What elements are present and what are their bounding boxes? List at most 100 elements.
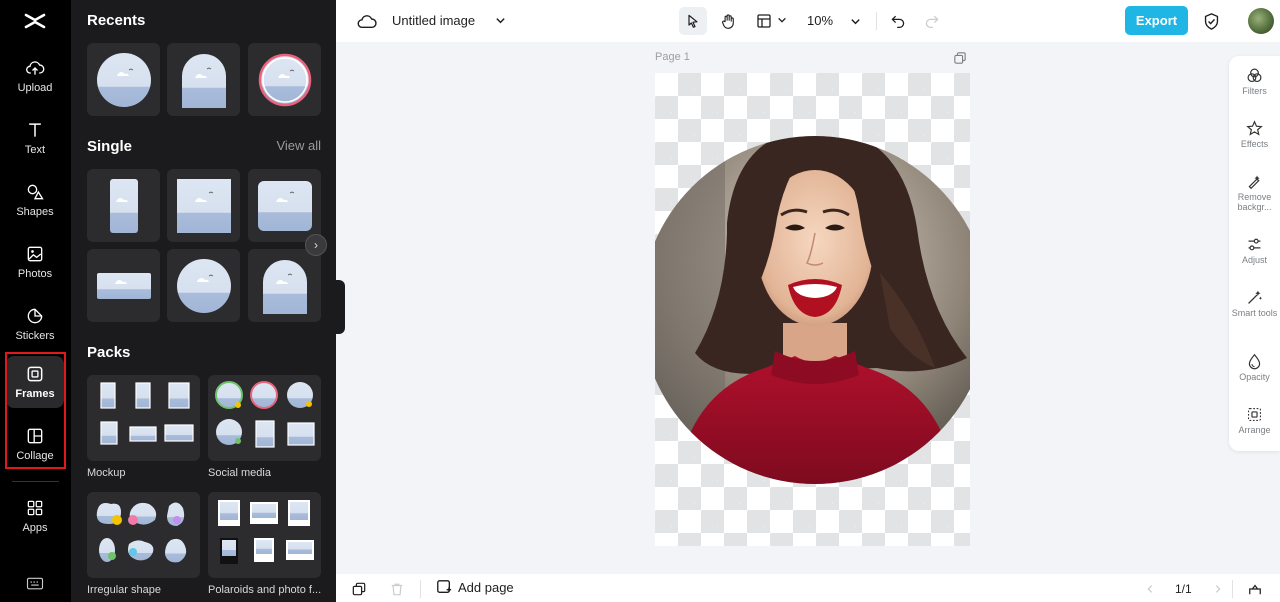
frame-thumb-arch-2[interactable]	[248, 249, 321, 322]
page-label: Page 1	[655, 51, 690, 63]
tool-label: Filters	[1242, 86, 1267, 96]
divider	[420, 580, 421, 598]
canvas-page[interactable]	[655, 73, 970, 546]
capcut-logo-icon[interactable]	[23, 9, 47, 33]
rail-shapes[interactable]: Shapes	[6, 174, 64, 226]
chevron-down-icon[interactable]	[776, 14, 788, 26]
rail-label: Stickers	[15, 330, 55, 342]
tool-remove-background[interactable]: Remove backgr...	[1229, 173, 1280, 212]
right-toolbar: Filters Effects Remove backgr... Adjust …	[1229, 56, 1280, 451]
tool-label: Remove backgr...	[1237, 192, 1272, 212]
image-icon	[27, 246, 43, 262]
tool-smart-tools[interactable]: Smart tools	[1229, 289, 1280, 318]
duplicate-page-icon[interactable]	[953, 51, 967, 65]
rail-label: Photos	[17, 268, 53, 280]
opacity-drop-icon	[1248, 353, 1261, 370]
add-page-button[interactable]: Add page	[436, 579, 514, 595]
filters-icon	[1247, 68, 1262, 83]
frame-thumb-portrait[interactable]	[87, 169, 160, 242]
view-all-link[interactable]: View all	[276, 138, 321, 153]
rail-apps[interactable]: Apps	[6, 490, 64, 542]
undo-icon[interactable]	[888, 11, 908, 31]
frame-thumb-arch[interactable]	[167, 43, 240, 116]
tool-label: Opacity	[1239, 372, 1270, 382]
redo-icon[interactable]	[922, 11, 942, 31]
rail-upload[interactable]: Upload	[6, 50, 64, 102]
tool-adjust[interactable]: Adjust	[1229, 236, 1280, 265]
select-pointer-icon[interactable]	[679, 7, 707, 35]
shield-check-icon[interactable]	[1201, 10, 1221, 32]
portrait-photo-circle[interactable]	[655, 73, 970, 546]
pack-label: Irregular shape	[87, 584, 161, 596]
pack-social-media[interactable]	[208, 375, 321, 461]
effects-star-icon	[1246, 120, 1263, 136]
panel-collapse-handle[interactable]	[336, 280, 345, 334]
chevron-down-icon[interactable]	[848, 14, 862, 28]
frame-thumb-ring[interactable]	[248, 43, 321, 116]
sticker-icon	[27, 308, 43, 324]
rail-label: Upload	[17, 82, 53, 94]
magic-wand-icon	[1248, 290, 1262, 304]
apps-grid-icon	[27, 500, 43, 516]
rail-stickers[interactable]: Stickers	[6, 298, 64, 350]
pack-label: Social media	[208, 467, 271, 479]
trash-icon[interactable]	[388, 580, 406, 598]
arrange-icon	[1247, 407, 1262, 422]
frame-thumb-circle-2[interactable]	[167, 249, 240, 322]
rail-photos[interactable]: Photos	[6, 236, 64, 288]
tool-label: Adjust	[1241, 255, 1267, 265]
remove-background-icon	[1248, 175, 1260, 190]
tool-label: Arrange	[1238, 425, 1271, 435]
avatar[interactable]	[1248, 8, 1274, 34]
keyboard-icon[interactable]	[25, 574, 45, 592]
chevron-down-icon[interactable]	[493, 13, 507, 27]
shapes-icon	[27, 184, 44, 200]
add-page-icon	[437, 580, 452, 593]
pack-label: Polaroids and photo f...	[208, 584, 322, 596]
rail-label: Shapes	[16, 206, 54, 218]
pages-panel-icon[interactable]	[1246, 580, 1264, 598]
cloud-save-icon[interactable]	[356, 11, 378, 31]
highlight-annotation	[5, 352, 66, 469]
layout-icon[interactable]	[754, 10, 774, 32]
export-button[interactable]: Export	[1125, 6, 1188, 35]
text-icon	[29, 123, 41, 137]
rail-text[interactable]: Text	[6, 112, 64, 164]
chevron-right-icon[interactable]	[1210, 581, 1226, 597]
hand-pan-icon[interactable]	[716, 9, 740, 33]
add-page-label: Add page	[458, 579, 514, 595]
rail-label: Apps	[22, 522, 48, 534]
adjust-sliders-icon	[1248, 238, 1261, 251]
pack-irregular-shape[interactable]	[87, 492, 200, 578]
zoom-level[interactable]: 10%	[807, 13, 833, 28]
frame-thumb-rounded[interactable]	[248, 169, 321, 242]
packs-heading: Packs	[87, 344, 131, 361]
tool-label: Smart tools	[1231, 308, 1278, 318]
chevron-right-icon[interactable]: ›	[305, 234, 327, 256]
rail-divider	[12, 481, 59, 482]
frames-panel: Recents Single View all Packs Mockup Soc…	[71, 0, 336, 602]
rail-label: Text	[24, 144, 46, 156]
editor-app: Upload Text Shapes Photos Stickers Frame…	[0, 0, 1280, 602]
left-rail: Upload Text Shapes Photos Stickers Frame…	[0, 0, 71, 602]
frame-thumb-wide[interactable]	[87, 249, 160, 322]
top-bar: Untitled image 10% Export	[336, 0, 1280, 42]
divider	[876, 12, 877, 30]
frame-thumb-square[interactable]	[167, 169, 240, 242]
frame-thumb-circle[interactable]	[87, 43, 160, 116]
recents-heading: Recents	[87, 12, 146, 29]
pack-mockup[interactable]	[87, 375, 200, 461]
tool-arrange[interactable]: Arrange	[1229, 406, 1280, 435]
tool-opacity[interactable]: Opacity	[1229, 353, 1280, 382]
bottom-bar: Add page 1/1	[336, 574, 1280, 602]
tool-filters[interactable]: Filters	[1229, 67, 1280, 96]
tool-label: Effects	[1240, 139, 1269, 149]
chevron-left-icon[interactable]	[1142, 581, 1158, 597]
tool-effects[interactable]: Effects	[1229, 120, 1280, 149]
document-title[interactable]: Untitled image	[392, 13, 475, 28]
cloud-upload-icon	[26, 61, 45, 75]
single-heading: Single	[87, 138, 133, 155]
pack-polaroids[interactable]	[208, 492, 321, 578]
duplicate-icon[interactable]	[350, 580, 368, 598]
pack-label: Mockup	[87, 467, 126, 479]
